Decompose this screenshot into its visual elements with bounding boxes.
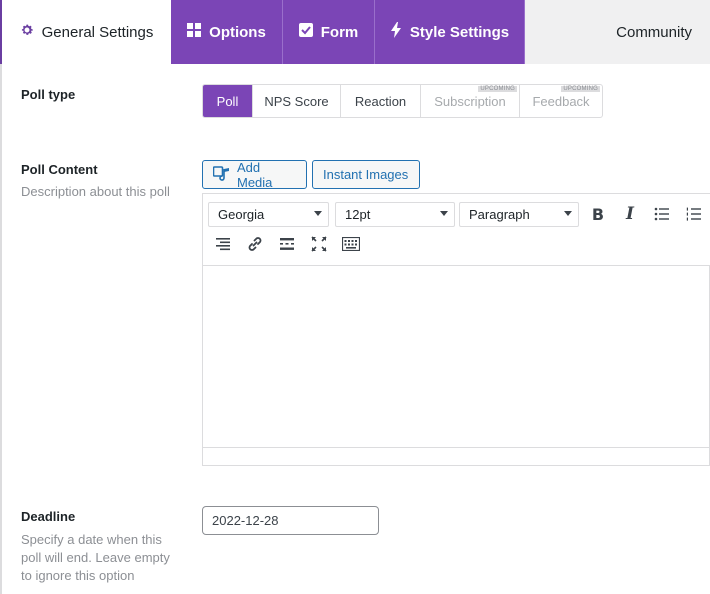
font-family-value: Georgia: [218, 207, 265, 222]
font-family-select[interactable]: Georgia: [208, 202, 329, 227]
upcoming-badge: UPCOMING: [561, 86, 600, 92]
block-format-value: Paragraph: [469, 207, 530, 222]
editor-text-area[interactable]: [203, 266, 709, 449]
editor-status-bar: [203, 447, 709, 465]
insert-link-button[interactable]: [244, 233, 266, 255]
fullscreen-button[interactable]: [308, 233, 330, 255]
deadline-description-line: Specify a date when this: [21, 532, 162, 547]
tab-community-label: Community: [616, 23, 692, 41]
poll-type-option-nps[interactable]: NPS Score: [253, 85, 341, 117]
read-more-button[interactable]: [276, 233, 298, 255]
font-size-select[interactable]: 12pt: [335, 202, 455, 227]
poll-type-option-label: Feedback: [532, 93, 590, 109]
gear-icon: [20, 23, 34, 41]
italic-icon: I: [626, 204, 634, 224]
read-more-icon: [280, 238, 294, 250]
media-icon: [212, 165, 231, 184]
editor-toolbar: Georgia 12pt Paragraph B I: [203, 194, 710, 266]
align-right-icon: [216, 238, 230, 251]
italic-button[interactable]: I: [619, 203, 641, 225]
bold-icon: B: [591, 204, 605, 224]
poll-type-option-label: Subscription: [434, 93, 506, 109]
poll-type-option-label: NPS Score: [264, 93, 329, 109]
content-editor: Georgia 12pt Paragraph B I: [202, 193, 710, 466]
poll-type-option-poll[interactable]: Poll: [203, 85, 253, 117]
add-media-button[interactable]: Add Media: [202, 159, 307, 190]
poll-type-option-label: Poll: [216, 93, 239, 109]
link-icon: [248, 237, 262, 251]
tab-form-label: Form: [320, 23, 359, 41]
tab-general-settings-label: General Settings: [41, 23, 154, 41]
tab-community[interactable]: Community: [525, 0, 710, 64]
deadline-label: Deadline: [21, 509, 76, 524]
upcoming-badge: UPCOMING: [478, 86, 517, 92]
toolbar-toggle-button[interactable]: [340, 233, 362, 255]
poll-content-description: Description about this poll: [21, 184, 170, 199]
tab-style-settings[interactable]: Style Settings: [375, 0, 525, 64]
deadline-description: Specify a date when this poll will end. …: [21, 531, 170, 585]
deadline-date-input[interactable]: 2022-12-28: [202, 506, 379, 535]
tab-options-label: Options: [209, 23, 266, 41]
grid-icon: [187, 23, 202, 41]
instant-images-button[interactable]: Instant Images: [312, 160, 420, 189]
numbered-list-icon: [686, 207, 701, 221]
fullscreen-icon: [311, 236, 327, 252]
block-format-select[interactable]: Paragraph: [459, 202, 579, 227]
bullet-list-icon: [654, 207, 669, 221]
keyboard-icon: [342, 237, 360, 251]
chevron-down-icon: [314, 211, 322, 216]
poll-content-label: Poll Content: [21, 162, 98, 177]
poll-type-option-label: Reaction: [354, 93, 407, 109]
poll-type-label: Poll type: [21, 87, 76, 102]
tab-form[interactable]: Form: [283, 0, 375, 64]
tab-style-settings-label: Style Settings: [409, 23, 510, 41]
tab-general-settings[interactable]: General Settings: [0, 0, 171, 64]
settings-tabs: General Settings Options Form Style Sett…: [0, 0, 710, 64]
deadline-description-line: poll will end. Leave empty: [21, 550, 170, 565]
poll-type-selector: Poll NPS Score Reaction UPCOMING Subscri…: [202, 84, 603, 118]
numbered-list-button[interactable]: [683, 203, 705, 225]
bullet-list-button[interactable]: [651, 203, 673, 225]
add-media-label: Add Media: [237, 159, 273, 190]
chevron-down-icon: [440, 211, 448, 216]
poll-type-option-subscription[interactable]: UPCOMING Subscription: [421, 85, 520, 117]
poll-type-option-feedback[interactable]: UPCOMING Feedback: [520, 85, 602, 117]
deadline-description-line: to ignore this option: [21, 568, 135, 583]
deadline-date-value: 2022-12-28: [212, 513, 279, 528]
tab-options[interactable]: Options: [171, 0, 283, 64]
bolt-icon: [390, 22, 402, 42]
checkbox-icon: [298, 23, 313, 41]
instant-images-label: Instant Images: [323, 167, 409, 182]
font-size-value: 12pt: [345, 207, 371, 222]
poll-type-option-reaction[interactable]: Reaction: [341, 85, 421, 117]
chevron-down-icon: [564, 211, 572, 216]
bold-button[interactable]: B: [587, 203, 609, 225]
align-right-button[interactable]: [212, 233, 234, 255]
